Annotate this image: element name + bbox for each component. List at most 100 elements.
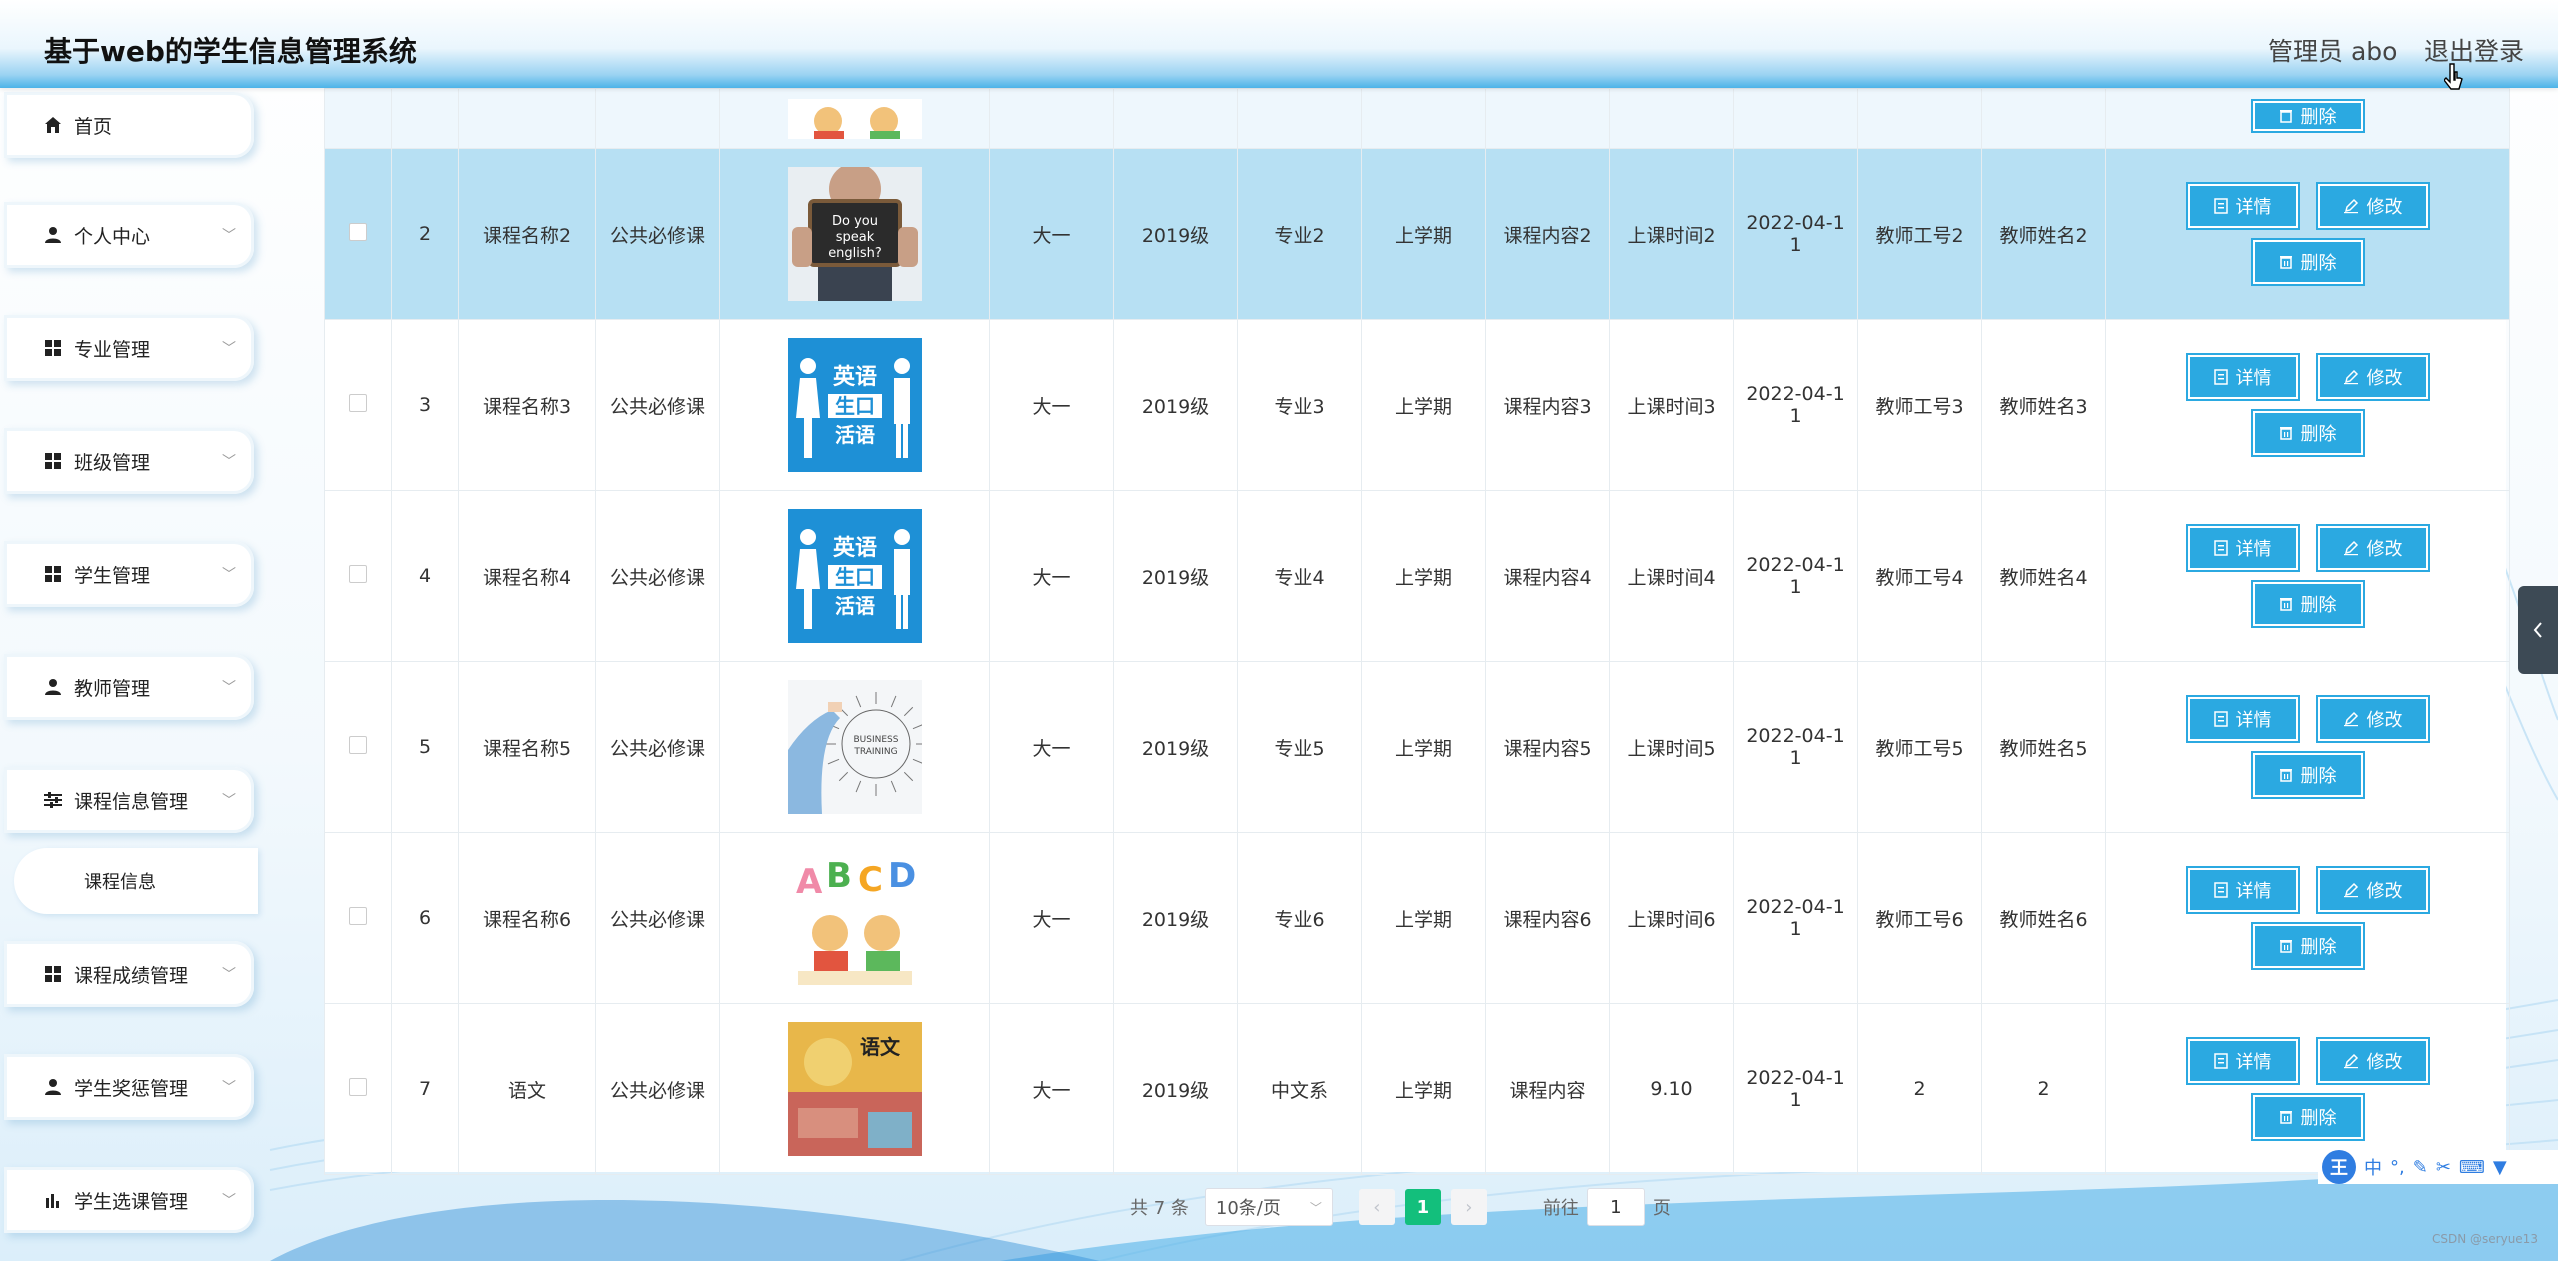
logout-link[interactable]: 退出登录 xyxy=(2424,32,2524,68)
page-size-select[interactable]: 10条/页 ﹀ xyxy=(1204,1188,1333,1226)
detail-button[interactable]: 详情 xyxy=(2187,868,2298,912)
punctuation-icon[interactable]: °, xyxy=(2390,1157,2405,1178)
course-image-cell: Do you speak english? xyxy=(719,148,990,320)
delete-button[interactable]: 删除 xyxy=(2252,1095,2363,1139)
course-image-cell: 英语 生口 活语 xyxy=(719,319,990,491)
delete-button[interactable]: 删除 xyxy=(2252,753,2363,797)
page-number-current[interactable]: 1 xyxy=(1404,1189,1441,1225)
term: 上学期 xyxy=(1361,148,1486,320)
row-checkbox[interactable] xyxy=(349,393,367,412)
sidebar-item-personal-center[interactable]: 个人中心 ﹀ xyxy=(4,202,254,268)
term: 上学期 xyxy=(1361,1003,1486,1175)
course-type: 公共必修课 xyxy=(595,661,720,833)
sidebar-item-reward-punish[interactable]: 学生奖惩管理 ﹀ xyxy=(4,1054,254,1120)
detail-button[interactable]: 详情 xyxy=(2187,184,2298,228)
pen-icon[interactable]: ✎ xyxy=(2413,1157,2428,1178)
ime-mode[interactable]: 中 xyxy=(2364,1154,2382,1180)
document-icon xyxy=(2213,882,2228,898)
release-date: 2022-04-1 1 xyxy=(1733,319,1858,491)
year: 2019级 xyxy=(1113,319,1238,491)
edit-button[interactable]: 修改 xyxy=(2317,184,2428,228)
date-line-2: 1 xyxy=(1789,576,1802,598)
sidebar-item-course-info-management[interactable]: 课程信息管理 ﹀ xyxy=(4,767,254,833)
svg-text:Do you: Do you xyxy=(832,214,878,229)
chevron-down-icon: ﹀ xyxy=(222,341,236,357)
detail-button[interactable]: 详情 xyxy=(2187,1039,2298,1083)
mouse-cursor-icon xyxy=(2444,63,2463,90)
trash-icon xyxy=(2279,109,2292,123)
keyboard-icon[interactable]: ⌨ xyxy=(2459,1157,2485,1178)
release-date: 2022-04-1 1 xyxy=(1733,661,1858,833)
major: 中文系 xyxy=(1237,1003,1362,1175)
detail-button[interactable]: 详情 xyxy=(2187,697,2298,741)
teacher-id: 教师工号2 xyxy=(1857,148,1982,320)
date-line-2: 1 xyxy=(1789,747,1802,769)
row-checkbox[interactable] xyxy=(349,564,367,583)
edit-button[interactable]: 修改 xyxy=(2317,697,2428,741)
svg-text:english?: english? xyxy=(828,246,882,261)
edit-button[interactable]: 修改 xyxy=(2317,1039,2428,1083)
course-image: 英语生口活语 xyxy=(787,338,922,472)
grade: 大一 xyxy=(989,661,1114,833)
row-checkbox[interactable] xyxy=(349,906,367,925)
edit-button[interactable]: 修改 xyxy=(2317,526,2428,570)
course-content: 课程内容 xyxy=(1485,1003,1610,1175)
row-checkbox[interactable] xyxy=(349,735,367,754)
delete-button[interactable]: 删除 xyxy=(2252,411,2363,455)
delete-button[interactable]: 删除 xyxy=(2252,924,2363,968)
user-icon xyxy=(44,226,62,244)
teacher-id: 教师工号3 xyxy=(1857,319,1982,491)
edit-button[interactable]: 修改 xyxy=(2317,868,2428,912)
row-index: 3 xyxy=(391,319,459,491)
sidebar-item-student[interactable]: 学生管理 ﹀ xyxy=(4,541,254,607)
chevron-down-icon: ﹀ xyxy=(222,680,236,696)
term: 上学期 xyxy=(1361,490,1486,662)
sidebar-item-home[interactable]: 首页 xyxy=(4,92,254,158)
goto-page-input[interactable]: 1 xyxy=(1586,1188,1645,1226)
year: 2019级 xyxy=(1113,832,1238,1004)
edit-button[interactable]: 修改 xyxy=(2317,355,2428,399)
sidebar-item-class[interactable]: 班级管理 ﹀ xyxy=(4,428,254,494)
scissors-icon[interactable]: ✂ xyxy=(2436,1157,2451,1178)
ime-logo[interactable]: 王 xyxy=(2322,1150,2356,1184)
delete-button[interactable]: 删除 xyxy=(2252,582,2363,626)
date-line-1: 2022-04-1 xyxy=(1746,212,1845,234)
sidebar-item-course-selection[interactable]: 学生选课管理 ﹀ xyxy=(4,1167,254,1233)
side-drawer-toggle[interactable] xyxy=(2518,586,2558,674)
chevron-down-icon: ﹀ xyxy=(222,228,236,244)
svg-text:TRAINING: TRAINING xyxy=(853,747,897,757)
course-name: 课程名称5 xyxy=(458,661,596,833)
row-index: 6 xyxy=(391,832,459,1004)
class-time: 上课时间3 xyxy=(1609,319,1734,491)
row-checkbox-cell xyxy=(324,661,392,833)
next-page-button[interactable]: › xyxy=(1450,1189,1487,1225)
prev-page-button[interactable]: ‹ xyxy=(1358,1189,1395,1225)
course-image: BUSINESS TRAINING xyxy=(787,680,922,814)
delete-button[interactable]: 删除 xyxy=(2252,240,2363,284)
row-checkbox-cell xyxy=(324,319,392,491)
chevron-down-icon: ﹀ xyxy=(1309,1200,1322,1215)
course-type: 公共必修课 xyxy=(595,490,720,662)
row-checkbox[interactable] xyxy=(349,222,367,241)
grade: 大一 xyxy=(989,832,1114,1004)
pencil-icon xyxy=(2343,882,2358,898)
release-date: 2022-04-1 1 xyxy=(1733,148,1858,320)
delete-button[interactable]: 删除 xyxy=(2252,100,2363,131)
grid-icon xyxy=(44,452,62,470)
delete-label: 删除 xyxy=(2300,1108,2337,1129)
trash-icon xyxy=(2279,427,2292,440)
sidebar-item-major[interactable]: 专业管理 ﹀ xyxy=(4,315,254,381)
course-image-cell: BUSINESS TRAINING xyxy=(719,661,990,833)
grade: 大一 xyxy=(989,148,1114,320)
course-image: ABCD xyxy=(787,851,922,985)
sidebar-item-course-score[interactable]: 课程成绩管理 ﹀ xyxy=(4,941,254,1007)
class-time: 上课时间4 xyxy=(1609,490,1734,662)
shirt-icon[interactable]: ▼ xyxy=(2493,1157,2507,1178)
detail-button[interactable]: 详情 xyxy=(2187,355,2298,399)
sidebar-subitem-course-info[interactable]: 课程信息 xyxy=(14,848,258,914)
row-checkbox[interactable] xyxy=(349,1077,367,1096)
edit-label: 修改 xyxy=(2366,710,2403,731)
release-date: 2022-04-1 1 xyxy=(1733,490,1858,662)
detail-button[interactable]: 详情 xyxy=(2187,526,2298,570)
sidebar-item-teacher[interactable]: 教师管理 ﹀ xyxy=(4,654,254,720)
